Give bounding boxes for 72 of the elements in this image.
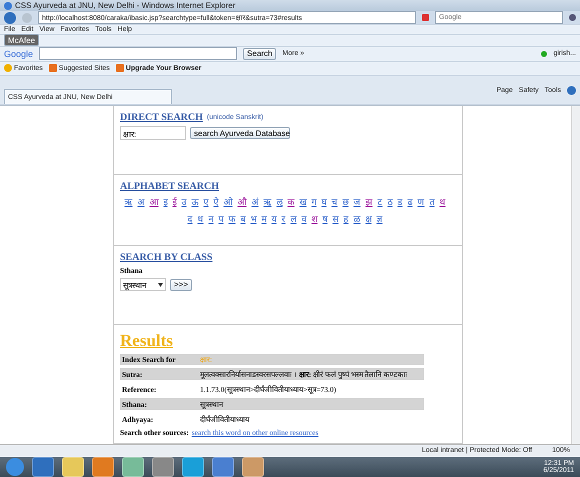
- letter-link[interactable]: झ: [366, 195, 372, 208]
- taskbar-icon[interactable]: [32, 456, 54, 477]
- caret-icon[interactable]: [158, 282, 163, 287]
- window-title: CSS Ayurveda at JNU, New Delhi - Windows Internet Explorer: [15, 1, 236, 10]
- letter-link[interactable]: ज: [354, 195, 360, 208]
- letter-link[interactable]: ग: [312, 195, 316, 208]
- taskbar-icon[interactable]: [152, 456, 174, 477]
- letter-link[interactable]: ण: [418, 195, 424, 208]
- letter-link[interactable]: म: [262, 212, 266, 226]
- letter-link[interactable]: इ: [164, 195, 168, 208]
- letter-link[interactable]: र: [282, 212, 286, 226]
- letter-link[interactable]: ढ: [408, 195, 412, 208]
- section-heading: ALPHABET SEARCH: [120, 181, 220, 192]
- google-search-field[interactable]: [39, 47, 238, 60]
- letter-link[interactable]: ड: [398, 195, 402, 208]
- taskbar-icon[interactable]: [62, 456, 84, 477]
- letter-link[interactable]: ॠ: [264, 195, 272, 208]
- search-button[interactable]: Search: [243, 48, 276, 60]
- letter-link[interactable]: ई: [172, 195, 176, 208]
- letter-link[interactable]: ठ: [388, 195, 392, 208]
- letter-link[interactable]: व: [302, 212, 306, 226]
- letter-link[interactable]: ऊ: [192, 195, 198, 208]
- letter-link[interactable]: ष: [322, 212, 328, 226]
- letter-link[interactable]: थ: [440, 195, 446, 208]
- results-heading: Results: [120, 331, 174, 352]
- letter-link[interactable]: औ: [238, 195, 246, 208]
- letter-link[interactable]: स: [332, 212, 338, 226]
- letter-link[interactable]: ए: [204, 195, 208, 208]
- letter-link[interactable]: श: [312, 212, 318, 226]
- letter-link[interactable]: घ: [322, 195, 326, 208]
- letter-link[interactable]: ध: [198, 212, 204, 226]
- letter-link[interactable]: अं: [252, 195, 258, 208]
- letter-link[interactable]: त: [430, 195, 434, 208]
- letter-link[interactable]: च: [332, 195, 338, 208]
- mcafee-button[interactable]: McAfee: [4, 34, 40, 46]
- letter-link[interactable]: छ: [342, 195, 348, 208]
- letter-link[interactable]: क्ष: [366, 212, 372, 226]
- taskbar-icon[interactable]: [182, 456, 204, 477]
- letter-link[interactable]: न: [208, 212, 214, 226]
- google-logo: Google: [4, 48, 34, 59]
- letter-link[interactable]: ऌ: [276, 195, 282, 208]
- status-icon: [541, 50, 548, 57]
- letter-link[interactable]: क: [288, 195, 294, 208]
- letter-link[interactable]: फ: [228, 212, 236, 226]
- letter-link[interactable]: उ: [182, 195, 186, 208]
- letter-link[interactable]: ळ: [354, 212, 360, 226]
- letter-link[interactable]: य: [272, 212, 276, 226]
- letter-link[interactable]: ऐ: [214, 195, 218, 208]
- letter-link[interactable]: ओ: [224, 195, 232, 208]
- letter-link[interactable]: अ: [138, 195, 144, 208]
- letter-link[interactable]: ऋ: [124, 195, 132, 208]
- letter-link[interactable]: ज्ञ: [376, 212, 382, 226]
- letter-link[interactable]: ह: [344, 212, 348, 226]
- search-input[interactable]: क्षार:: [120, 126, 186, 140]
- sthana-select[interactable]: सूत्रस्थान: [120, 278, 166, 292]
- letter-link[interactable]: द: [188, 212, 192, 226]
- taskbar-icon[interactable]: [122, 456, 144, 477]
- search-database-button[interactable]: search Ayurveda Database: [190, 127, 290, 140]
- taskbar-icon[interactable]: [92, 456, 114, 477]
- scrollbar[interactable]: [571, 106, 580, 444]
- taskbar-icon[interactable]: [242, 456, 264, 477]
- section-heading: DIRECT SEARCH: [120, 112, 203, 124]
- letter-link[interactable]: ल: [290, 212, 296, 226]
- taskbar-icon[interactable]: [212, 456, 234, 477]
- letter-link[interactable]: भ: [250, 212, 256, 226]
- go-button[interactable]: >>>: [170, 278, 192, 291]
- letter-link[interactable]: ब: [240, 212, 246, 226]
- letter-link[interactable]: ख: [300, 195, 306, 208]
- letter-link[interactable]: ट: [378, 195, 382, 208]
- letter-link[interactable]: प: [218, 212, 224, 226]
- letter-link[interactable]: आ: [150, 195, 158, 208]
- section-heading: SEARCH BY CLASS: [120, 252, 214, 264]
